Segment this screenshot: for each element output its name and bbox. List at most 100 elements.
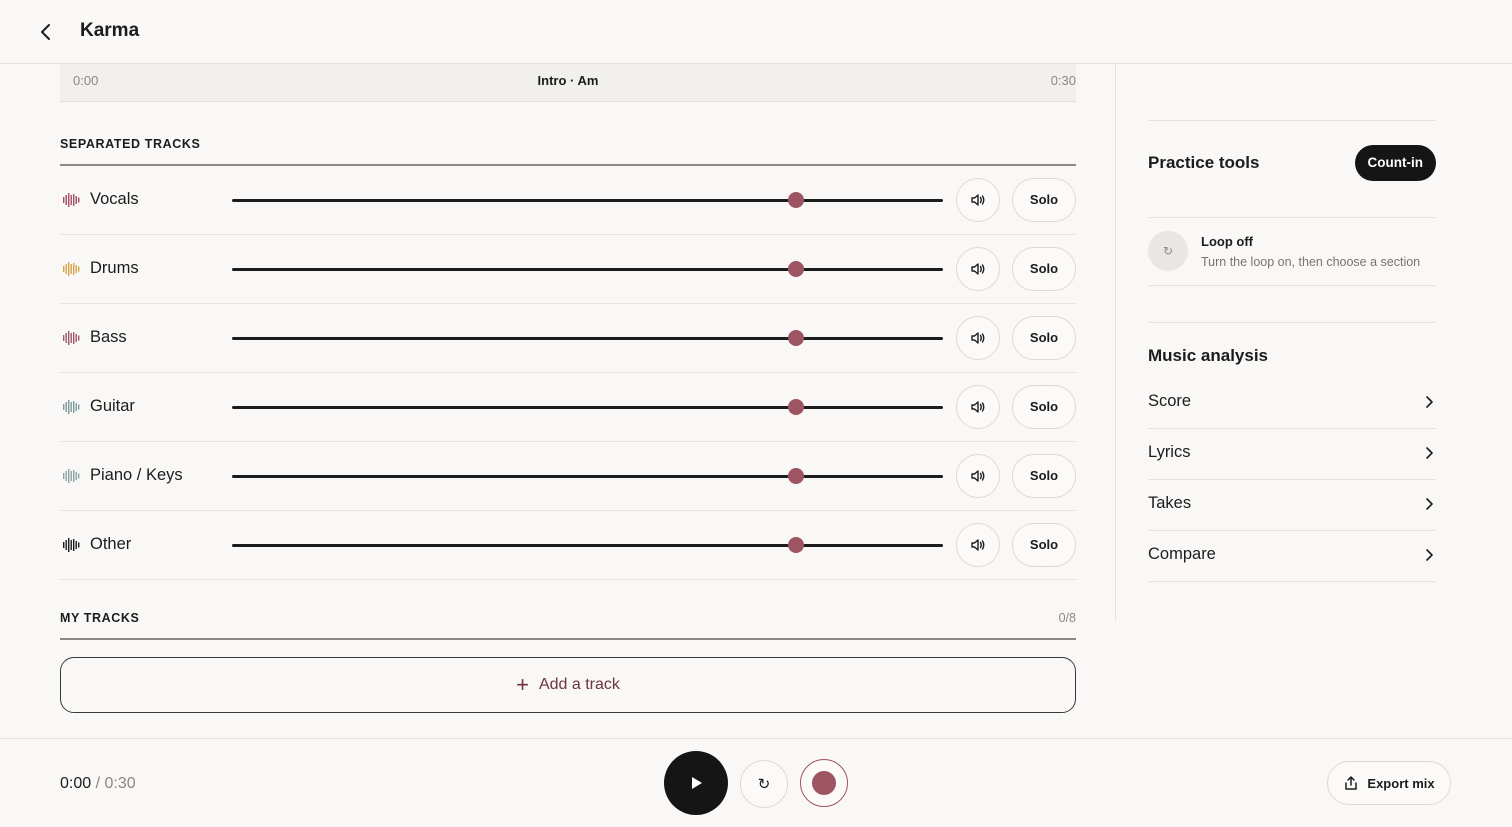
volume-slider-handle[interactable]: [787, 537, 804, 553]
track-name: Guitar: [90, 397, 135, 415]
track-row: Bass Solo: [60, 304, 1076, 373]
current-time: 0:00: [60, 775, 92, 792]
practice-tools-title: Practice tools: [1148, 153, 1260, 172]
volume-slider-handle[interactable]: [787, 261, 804, 277]
waveform-icon: [63, 400, 80, 414]
share-icon: [1345, 776, 1358, 790]
volume-slider-handle[interactable]: [787, 192, 804, 208]
mute-button[interactable]: [956, 247, 1000, 291]
page-title: Karma: [80, 20, 140, 41]
loop-toggle[interactable]: ↻: [1148, 231, 1188, 271]
chevron-left-icon: [41, 24, 50, 40]
volume-slider[interactable]: [232, 537, 943, 553]
top-bar: Karma: [0, 0, 1512, 64]
count-in-button[interactable]: Count-in: [1354, 145, 1436, 181]
loop-icon: ↻: [757, 776, 771, 793]
speaker-icon: [971, 539, 985, 551]
loop-icon: ↻: [1162, 244, 1174, 258]
my-tracks-count: 0/8: [1058, 611, 1076, 625]
solo-button[interactable]: Solo: [1012, 178, 1076, 222]
mute-button[interactable]: [956, 385, 1000, 429]
speaker-icon: [971, 263, 985, 275]
track-name: Vocals: [90, 190, 139, 208]
speaker-icon: [971, 332, 985, 344]
timeline-end-time: 0:30: [1050, 73, 1076, 88]
volume-slider[interactable]: [232, 330, 943, 346]
my-tracks-heading: MY TRACKS: [60, 611, 140, 625]
back-button[interactable]: [34, 20, 58, 44]
volume-slider[interactable]: [232, 468, 943, 484]
track-row: Other Solo: [60, 511, 1076, 580]
solo-button[interactable]: Solo: [1012, 316, 1076, 360]
menu-item-takes[interactable]: Takes: [1148, 480, 1436, 531]
solo-button[interactable]: Solo: [1012, 523, 1076, 567]
export-mix-label: Export mix: [1367, 775, 1435, 791]
chevron-right-icon: [1426, 549, 1433, 561]
track-name: Drums: [90, 259, 139, 277]
time-separator: /: [91, 775, 105, 792]
time-readout: 0:00 / 0:30: [60, 775, 136, 793]
chevron-right-icon: [1426, 396, 1433, 408]
menu-item-label: Compare: [1148, 545, 1216, 563]
panel-divider: [1115, 64, 1116, 620]
plus-icon: +: [516, 672, 529, 697]
menu-item-label: Takes: [1148, 494, 1192, 512]
waveform-icon: [63, 538, 80, 552]
play-icon: [692, 777, 702, 789]
add-track-button[interactable]: + Add a track: [60, 657, 1076, 713]
section-divider: [60, 638, 1076, 640]
waveform-icon: [63, 469, 80, 483]
speaker-icon: [971, 470, 985, 482]
menu-item-label: Score: [1148, 392, 1192, 410]
menu-item-lyrics[interactable]: Lyrics: [1148, 429, 1436, 480]
divider: [1148, 217, 1436, 218]
play-button[interactable]: [664, 751, 728, 815]
waveform-icon: [63, 331, 80, 345]
solo-button[interactable]: Solo: [1012, 385, 1076, 429]
track-name: Piano / Keys: [90, 466, 183, 484]
chevron-right-icon: [1426, 447, 1433, 459]
track-name: Other: [90, 535, 132, 553]
waveform-icon: [63, 262, 80, 276]
chevron-right-icon: [1426, 498, 1433, 510]
loop-button[interactable]: ↻: [740, 760, 788, 808]
waveform-icon: [63, 193, 80, 207]
track-name: Bass: [90, 328, 127, 346]
divider: [1148, 120, 1436, 121]
add-track-label: Add a track: [538, 676, 620, 693]
mute-button[interactable]: [956, 523, 1000, 567]
solo-button[interactable]: Solo: [1012, 454, 1076, 498]
volume-slider-handle[interactable]: [787, 330, 804, 346]
music-analysis-title: Music analysis: [1148, 346, 1269, 365]
volume-slider[interactable]: [232, 399, 943, 415]
record-icon: [812, 771, 836, 795]
track-row: Piano / Keys Solo: [60, 442, 1076, 511]
menu-item-score[interactable]: Score: [1148, 378, 1436, 429]
mute-button[interactable]: [956, 316, 1000, 360]
volume-slider[interactable]: [232, 261, 943, 277]
track-row: Guitar Solo: [60, 373, 1076, 442]
loop-hint: Turn the loop on, then choose a section: [1201, 255, 1421, 269]
divider: [1148, 285, 1436, 286]
timeline-bar[interactable]: 0:00 Intro · Am 0:30: [60, 64, 1076, 102]
volume-slider-handle[interactable]: [787, 399, 804, 415]
menu-item-label: Lyrics: [1148, 443, 1191, 461]
total-time: 0:30: [104, 775, 136, 792]
export-mix-button[interactable]: Export mix: [1327, 761, 1451, 805]
mute-button[interactable]: [956, 454, 1000, 498]
mute-button[interactable]: [956, 178, 1000, 222]
timeline-section-label: Intro · Am: [537, 73, 599, 88]
divider: [1148, 322, 1436, 323]
track-row: Vocals Solo: [60, 166, 1076, 235]
menu-item-compare[interactable]: Compare: [1148, 531, 1436, 582]
loop-status: Loop off: [1201, 234, 1253, 249]
volume-slider[interactable]: [232, 192, 943, 208]
volume-slider-handle[interactable]: [787, 468, 804, 484]
record-button[interactable]: [800, 759, 848, 807]
solo-button[interactable]: Solo: [1012, 247, 1076, 291]
speaker-icon: [971, 401, 985, 413]
separated-tracks-heading: SEPARATED TRACKS: [60, 137, 201, 151]
transport-bar: 0:00 / 0:30 ↻ Export mix: [0, 738, 1512, 827]
track-row: Drums Solo: [60, 235, 1076, 304]
speaker-icon: [971, 194, 985, 206]
